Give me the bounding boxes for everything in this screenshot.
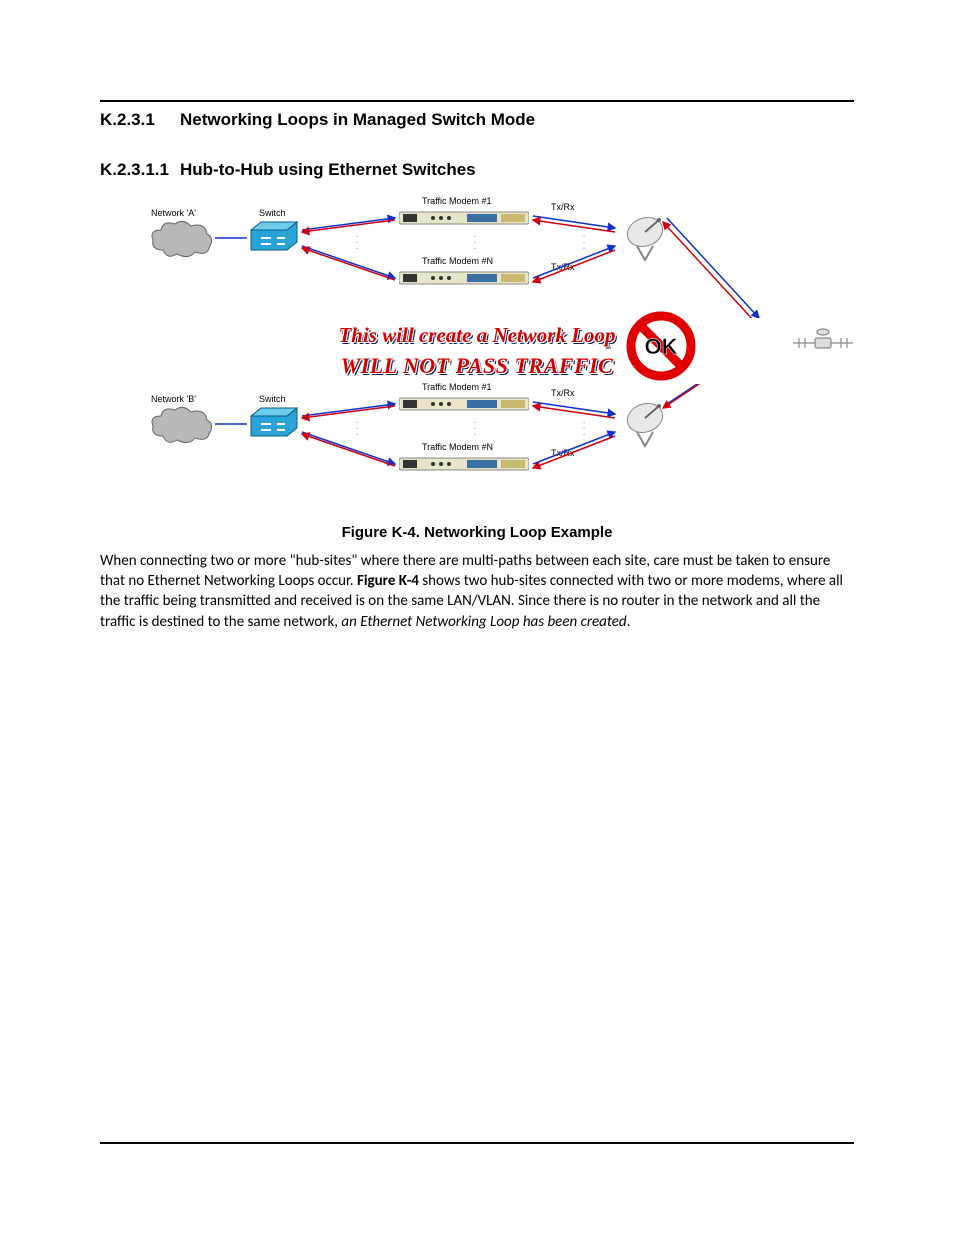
network-a-label: Network 'A' [151,208,196,218]
vertical-dots: ··· [354,420,360,438]
satellite-icon [793,318,853,368]
heading-text: Hub-to-Hub using Ethernet Switches [180,160,476,180]
warning-line2: WILL NOT PASS TRAFFIC [137,352,817,380]
forbidden-ok-icon: OK [625,310,697,382]
network-b-label: Network 'B' [151,394,196,404]
switch-a-label: Switch [259,208,286,218]
modem-icon [399,396,529,412]
txrx-label: Tx/Rx [551,262,575,272]
bottom-rule [100,1142,854,1144]
figure-k4: OK Network 'A' Switch Traffic Modem #1 T… [137,198,817,504]
heading-text: Networking Loops in Managed Switch Mode [180,110,535,130]
dish-antenna-icon [617,212,673,262]
diagram-site-a: Network 'A' Switch Traffic Modem #1 Traf… [137,198,817,318]
txrx-label: Tx/Rx [551,388,575,398]
heading-number: K.2.3.1 [100,110,180,130]
diagram-site-b: Network 'B' Switch Traffic Modem #1 Traf… [137,384,817,504]
top-rule [100,100,854,102]
dish-antenna-icon [617,398,673,448]
network-cloud-icon [149,406,215,446]
txrx-label: Tx/Rx [551,202,575,212]
switch-b-label: Switch [259,394,286,404]
vertical-dots: ··· [581,420,587,438]
modem-n-label: Traffic Modem #N [422,256,493,266]
modem-icon [399,270,529,286]
modem-1-label: Traffic Modem #1 [422,196,492,206]
section-heading-k2311: K.2.3.1.1 Hub-to-Hub using Ethernet Swit… [100,160,854,180]
vertical-dots: ··· [581,234,587,252]
body-paragraph: When connecting two or more "hub-sites" … [100,551,854,632]
figure-caption: Figure K-4. Networking Loop Example [100,524,854,541]
switch-icon [249,220,299,254]
ok-label: OK [645,334,678,359]
section-heading-k231: K.2.3.1 Networking Loops in Managed Swit… [100,110,854,130]
switch-icon [249,406,299,440]
vertical-dots: ··· [472,420,478,438]
heading-number: K.2.3.1.1 [100,160,180,180]
network-cloud-icon [149,220,215,260]
modem-1-label: Traffic Modem #1 [422,382,492,392]
modem-icon [399,210,529,226]
body-text-italic: an Ethernet Networking Loop has been cre… [341,613,626,631]
txrx-label: Tx/Rx [551,448,575,458]
body-text-post: . [627,613,631,631]
modem-icon [399,456,529,472]
vertical-dots: ··· [472,234,478,252]
warning-line1: This will create a Network Loop [137,322,817,348]
body-text-bold: Figure K-4 [357,572,419,590]
vertical-dots: ··· [354,234,360,252]
modem-n-label: Traffic Modem #N [422,442,493,452]
